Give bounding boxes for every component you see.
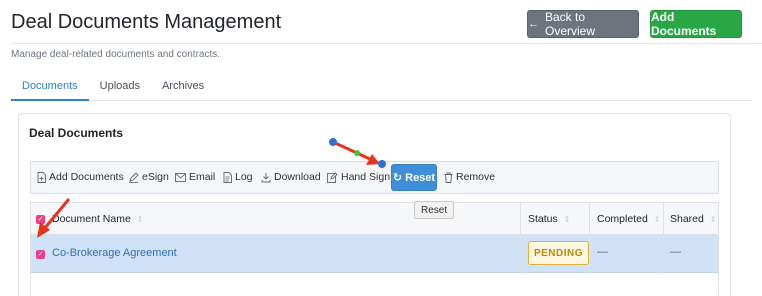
toolbar-add-documents-label: Add Documents [49, 171, 124, 183]
documents-table: ✓ Document Name ⇕ Status ⇕ Completed ⇕ Shar… [30, 202, 719, 296]
page-title: Deal Documents Management [11, 11, 282, 33]
header-divider [11, 43, 762, 44]
sort-icon: ⇕ [653, 214, 661, 224]
page-subtitle: Manage deal-related documents and contra… [11, 49, 221, 60]
toolbar-download[interactable]: Download [261, 171, 321, 183]
sort-icon: ⇕ [136, 214, 144, 224]
toolbar-email-label: Email [189, 171, 216, 183]
download-icon [261, 172, 271, 182]
tab-archives[interactable]: Archives [151, 75, 215, 101]
column-header-label: Completed [597, 213, 648, 225]
column-header-shared[interactable]: Shared ⇕ [670, 203, 717, 235]
toolbar-log[interactable]: Log [223, 171, 253, 183]
toolbar-esign-label: eSign [142, 171, 169, 183]
row-checkbox[interactable]: ✓ [36, 250, 45, 259]
column-header-label: Status [528, 213, 558, 225]
toolbar-hand-sign-label: Hand Sign [341, 171, 391, 183]
file-text-icon [223, 171, 232, 183]
status-badge: PENDING [528, 241, 589, 265]
toolbar-esign[interactable]: eSign [128, 171, 169, 183]
column-header-status[interactable]: Status ⇕ [528, 203, 570, 235]
card-title: Deal Documents [29, 126, 124, 140]
toolbar-download-label: Download [274, 171, 321, 183]
toolbar-add-documents[interactable]: Add Documents [37, 171, 124, 183]
document-toolbar: Add Documents eSign Email Log Download H… [30, 161, 719, 194]
toolbar-remove[interactable]: Remove [444, 171, 495, 183]
envelope-icon [175, 172, 186, 182]
column-header-document-name[interactable]: Document Name ⇕ [52, 203, 143, 235]
sort-icon: ⇕ [563, 214, 571, 224]
completed-value: — [597, 246, 608, 258]
reset-tooltip: Reset [414, 201, 455, 219]
tab-bar: Documents Uploads Archives [11, 75, 751, 101]
column-header-label: Document Name [52, 213, 131, 225]
back-to-overview-button[interactable]: ← Back to Overview [527, 10, 639, 38]
pen-icon [129, 171, 139, 183]
toolbar-hand-sign[interactable]: Hand Sign [327, 171, 390, 183]
refresh-icon: ↻ [392, 171, 403, 184]
add-documents-label: Add Documents [651, 10, 717, 38]
column-divider [520, 203, 521, 273]
toolbar-email[interactable]: Email [175, 171, 215, 183]
toolbar-log-label: Log [235, 171, 253, 183]
file-plus-icon [37, 171, 46, 183]
edit-icon [327, 171, 338, 183]
sort-icon: ⇕ [709, 214, 717, 224]
column-divider [663, 203, 664, 273]
select-all-checkbox[interactable]: ✓ [36, 215, 45, 224]
column-header-label: Shared [670, 213, 704, 225]
add-documents-header-button[interactable]: Add Documents [650, 10, 742, 38]
table-row[interactable]: ✓ Co-Brokerage Agreement PENDING — — [31, 235, 718, 273]
column-divider [589, 203, 590, 273]
toolbar-reset-label: Reset [405, 171, 436, 184]
table-header: ✓ Document Name ⇕ Status ⇕ Completed ⇕ Shar… [31, 203, 718, 235]
toolbar-reset-button[interactable]: ↻ Reset [391, 164, 437, 191]
toolbar-remove-label: Remove [456, 171, 496, 183]
back-button-label: Back to Overview [545, 10, 596, 38]
tab-documents[interactable]: Documents [11, 75, 89, 101]
column-header-completed[interactable]: Completed ⇕ [597, 203, 660, 235]
document-name-link[interactable]: Co-Brokerage Agreement [52, 247, 177, 259]
arrow-left-icon: ← [528, 18, 539, 30]
shared-value: — [670, 246, 681, 258]
trash-icon [444, 172, 453, 183]
tab-uploads[interactable]: Uploads [89, 75, 151, 101]
deal-documents-card: Deal Documents Add Documents eSign Email… [18, 113, 731, 296]
